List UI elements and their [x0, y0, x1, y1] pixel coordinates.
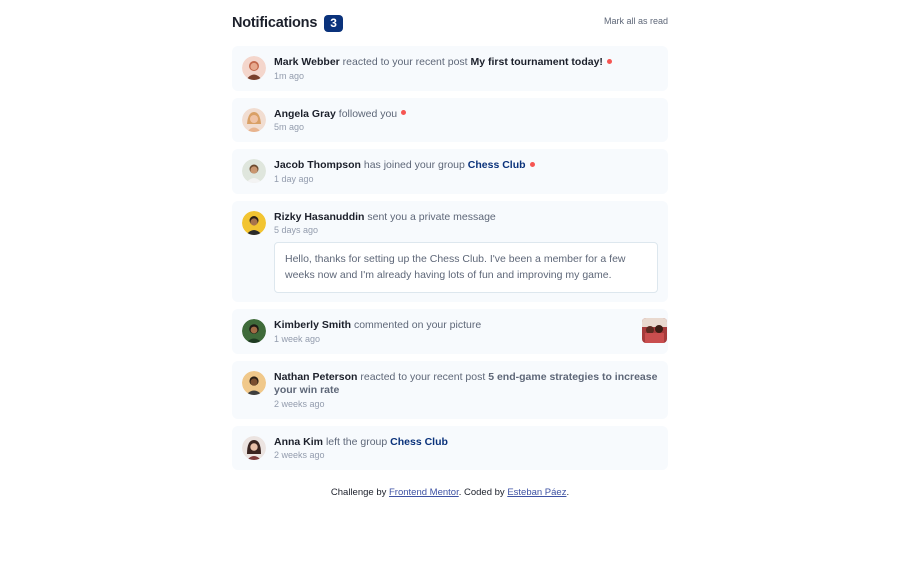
avatar[interactable]: [242, 319, 266, 343]
timestamp: 1m ago: [274, 70, 305, 81]
notification-item-rizky-hasanuddin[interactable]: Rizky Hasanuddin sent you a private mess…: [232, 200, 668, 302]
avatar[interactable]: [242, 56, 266, 80]
action-text: sent you a private message: [367, 210, 496, 223]
user-name-link[interactable]: Jacob Thompson: [274, 159, 361, 171]
notifications-panel: Notifications 3 Mark all as read Mark We…: [232, 0, 668, 477]
mark-all-read-button[interactable]: Mark all as read: [604, 16, 668, 26]
header: Notifications 3 Mark all as read: [232, 0, 668, 46]
user-name-link[interactable]: Kimberly Smith: [274, 319, 351, 331]
picture-thumbnail[interactable]: [642, 318, 667, 343]
notification-item-anna-kim[interactable]: Anna Kim left the group Chess Club 2 wee…: [232, 425, 668, 470]
notification-body: Anna Kim left the group Chess Club 2 wee…: [274, 435, 658, 462]
avatar[interactable]: [242, 435, 266, 460]
timestamp: 1 day ago: [274, 173, 314, 184]
timestamp: 2 weeks ago: [274, 398, 325, 409]
page-title: Notifications: [232, 15, 318, 31]
avatar[interactable]: [242, 107, 266, 132]
notification-body: Nathan Peterson reacted to your recent p…: [274, 370, 658, 410]
post-link[interactable]: My first tournament today!: [471, 56, 603, 68]
footer-suffix: .: [566, 487, 570, 498]
frontend-mentor-link[interactable]: Frontend Mentor: [389, 487, 459, 498]
author-link[interactable]: Esteban Páez: [507, 487, 566, 498]
user-name-link[interactable]: Anna Kim: [274, 436, 323, 448]
notification-item-kimberly-smith[interactable]: Kimberly Smith commented on your picture…: [232, 309, 668, 354]
avatar[interactable]: [242, 370, 266, 395]
notification-item-angela-gray[interactable]: Angela Gray followed you 5m ago: [232, 97, 668, 142]
notification-body: Angela Gray followed you 5m ago: [274, 107, 658, 134]
notification-body: Mark Webber reacted to your recent post …: [274, 55, 658, 82]
notification-body: Rizky Hasanuddin sent you a private mess…: [274, 210, 658, 293]
action-text: commented on your picture: [353, 319, 482, 331]
group-link[interactable]: Chess Club: [468, 159, 526, 171]
action-text: reacted to your recent post: [360, 370, 486, 383]
footer-prefix: Challenge by: [330, 487, 387, 498]
notification-item-nathan-peterson[interactable]: Nathan Peterson reacted to your recent p…: [232, 360, 668, 419]
unread-count-badge: 3: [324, 14, 343, 32]
timestamp: 2 weeks ago: [274, 450, 325, 460]
footer-middle: . Coded by: [458, 487, 505, 498]
user-name-link[interactable]: Angela Gray: [274, 108, 336, 120]
private-message-preview[interactable]: Hello, thanks for setting up the Chess C…: [274, 242, 658, 293]
user-name-link[interactable]: Nathan Peterson: [274, 371, 357, 383]
notification-body: Jacob Thompson has joined your group Che…: [274, 158, 658, 185]
notification-item-jacob-thompson[interactable]: Jacob Thompson has joined your group Che…: [232, 149, 668, 194]
group-link[interactable]: Chess Club: [390, 436, 448, 448]
notification-list: Mark Webber reacted to your recent post …: [232, 46, 668, 477]
unread-dot-icon: [529, 161, 535, 167]
unread-dot-icon: [606, 58, 612, 64]
unread-dot-icon: [401, 110, 407, 116]
user-name-link[interactable]: Rizky Hasanuddin: [274, 211, 364, 223]
timestamp: 1 week ago: [274, 333, 321, 344]
action-text: followed you: [338, 107, 398, 120]
timestamp: 5m ago: [274, 122, 305, 132]
action-text: left the group: [325, 435, 388, 448]
title-group: Notifications 3: [232, 14, 343, 32]
avatar[interactable]: [242, 159, 266, 183]
notification-body: Kimberly Smith commented on your picture…: [274, 318, 658, 345]
attribution-footer: Challenge by Frontend Mentor. Coded by E…: [0, 487, 900, 498]
timestamp: 5 days ago: [274, 225, 319, 235]
notification-item-mark-webber[interactable]: Mark Webber reacted to your recent post …: [232, 46, 668, 91]
action-text: reacted to your recent post: [342, 56, 468, 68]
user-name-link[interactable]: Mark Webber: [274, 56, 340, 68]
avatar[interactable]: [242, 210, 266, 235]
action-text: has joined your group: [363, 159, 465, 171]
